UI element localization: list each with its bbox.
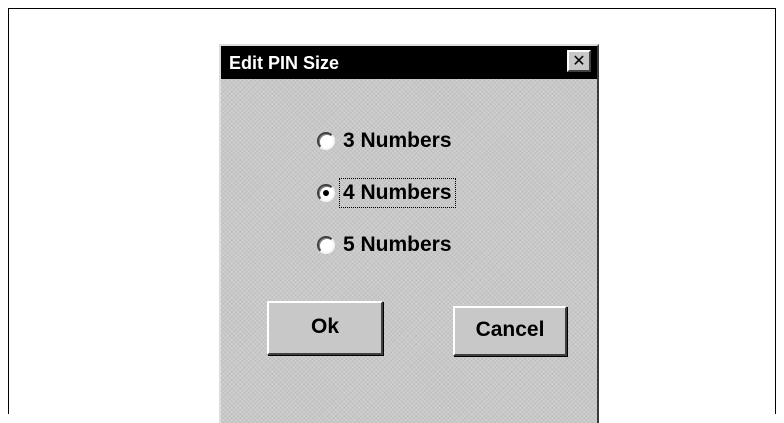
radio-label-4-numbers: 4 Numbers (339, 178, 456, 208)
ok-button[interactable]: Ok (267, 301, 383, 355)
radio-selected-icon[interactable] (317, 184, 335, 202)
radio-option-4-numbers[interactable]: 4 Numbers (317, 178, 517, 232)
page-frame: Edit PIN Size ✕ 3 Numbers 4 Numbers 5 Nu… (8, 8, 776, 423)
dialog-title: Edit PIN Size (229, 53, 340, 73)
cancel-button[interactable]: Cancel (453, 306, 567, 356)
pin-size-radio-group: 3 Numbers 4 Numbers 5 Numbers (317, 128, 517, 284)
radio-label-3-numbers: 3 Numbers (343, 129, 452, 152)
radio-label-5-numbers: 5 Numbers (343, 233, 452, 256)
radio-unselected-icon[interactable] (317, 236, 335, 254)
close-icon: ✕ (572, 51, 586, 70)
radio-dot (323, 190, 329, 196)
radio-option-3-numbers[interactable]: 3 Numbers (317, 128, 517, 180)
radio-unselected-icon[interactable] (317, 132, 335, 150)
radio-option-5-numbers[interactable]: 5 Numbers (317, 232, 517, 284)
edit-pin-size-dialog: Edit PIN Size ✕ 3 Numbers 4 Numbers 5 Nu… (219, 44, 599, 423)
close-button[interactable]: ✕ (567, 50, 591, 72)
dialog-titlebar[interactable]: Edit PIN Size ✕ (221, 46, 597, 79)
